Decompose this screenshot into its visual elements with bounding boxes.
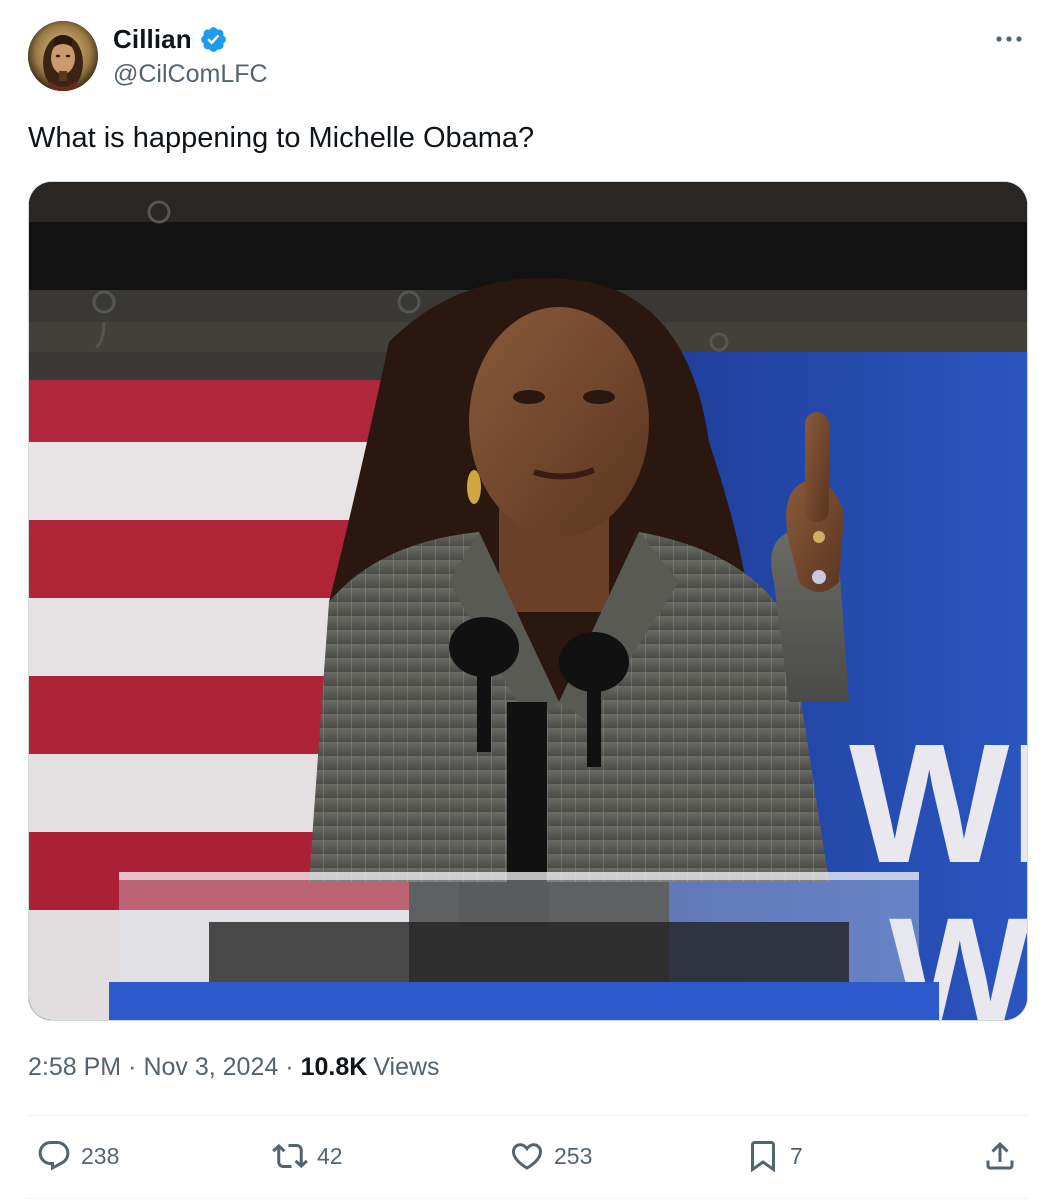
photo-illustration: WH W [29, 182, 1028, 1020]
bookmark-icon [751, 1141, 775, 1173]
bookmark-count: 7 [790, 1142, 803, 1169]
avatar-image [28, 21, 98, 91]
author-name-row[interactable]: Cillian [113, 22, 228, 56]
svg-text:WH: WH [849, 709, 1028, 899]
tweet-meta: 2:58 PM · Nov 3, 2024 · 10.8K Views [28, 1053, 440, 1082]
reply-button[interactable]: 238 [36, 1138, 119, 1174]
author-handle[interactable]: @CilComLFC [113, 60, 268, 89]
views-count[interactable]: 10.8K [301, 1053, 368, 1082]
tweet-card: Cillian @CilComLFC What is happening to … [0, 0, 1058, 1200]
heart-icon [511, 1143, 543, 1170]
tweet-date[interactable]: Nov 3, 2024 [143, 1053, 278, 1082]
like-button[interactable]: 253 [509, 1138, 592, 1174]
meta-separator-views: · [285, 1053, 294, 1081]
share-upload-icon [986, 1141, 1014, 1170]
meta-separator: · [128, 1053, 137, 1081]
reply-count: 238 [81, 1142, 120, 1169]
tweet-text: What is happening to Michelle Obama? [28, 122, 535, 154]
repost-arrows-icon [272, 1143, 308, 1169]
speech-bubble-icon [38, 1141, 70, 1171]
tweet-actions: 238 42 253 7 [0, 1130, 1058, 1190]
views-label[interactable]: Views [373, 1053, 439, 1082]
share-button[interactable] [982, 1138, 1018, 1174]
repost-count: 42 [317, 1142, 343, 1169]
verified-badge-icon[interactable] [199, 25, 228, 54]
tweet-photo[interactable]: WH W [28, 181, 1028, 1021]
divider-top [28, 1115, 1030, 1116]
like-count: 253 [554, 1142, 593, 1169]
author-display-name[interactable]: Cillian [113, 24, 192, 55]
author-avatar[interactable] [28, 21, 98, 91]
tweet-time[interactable]: 2:58 PM [28, 1053, 121, 1082]
bookmark-button[interactable]: 7 [745, 1138, 803, 1174]
repost-button[interactable]: 42 [272, 1138, 343, 1174]
more-dots-icon[interactable] [992, 26, 1026, 52]
divider-bottom [28, 1198, 1030, 1199]
